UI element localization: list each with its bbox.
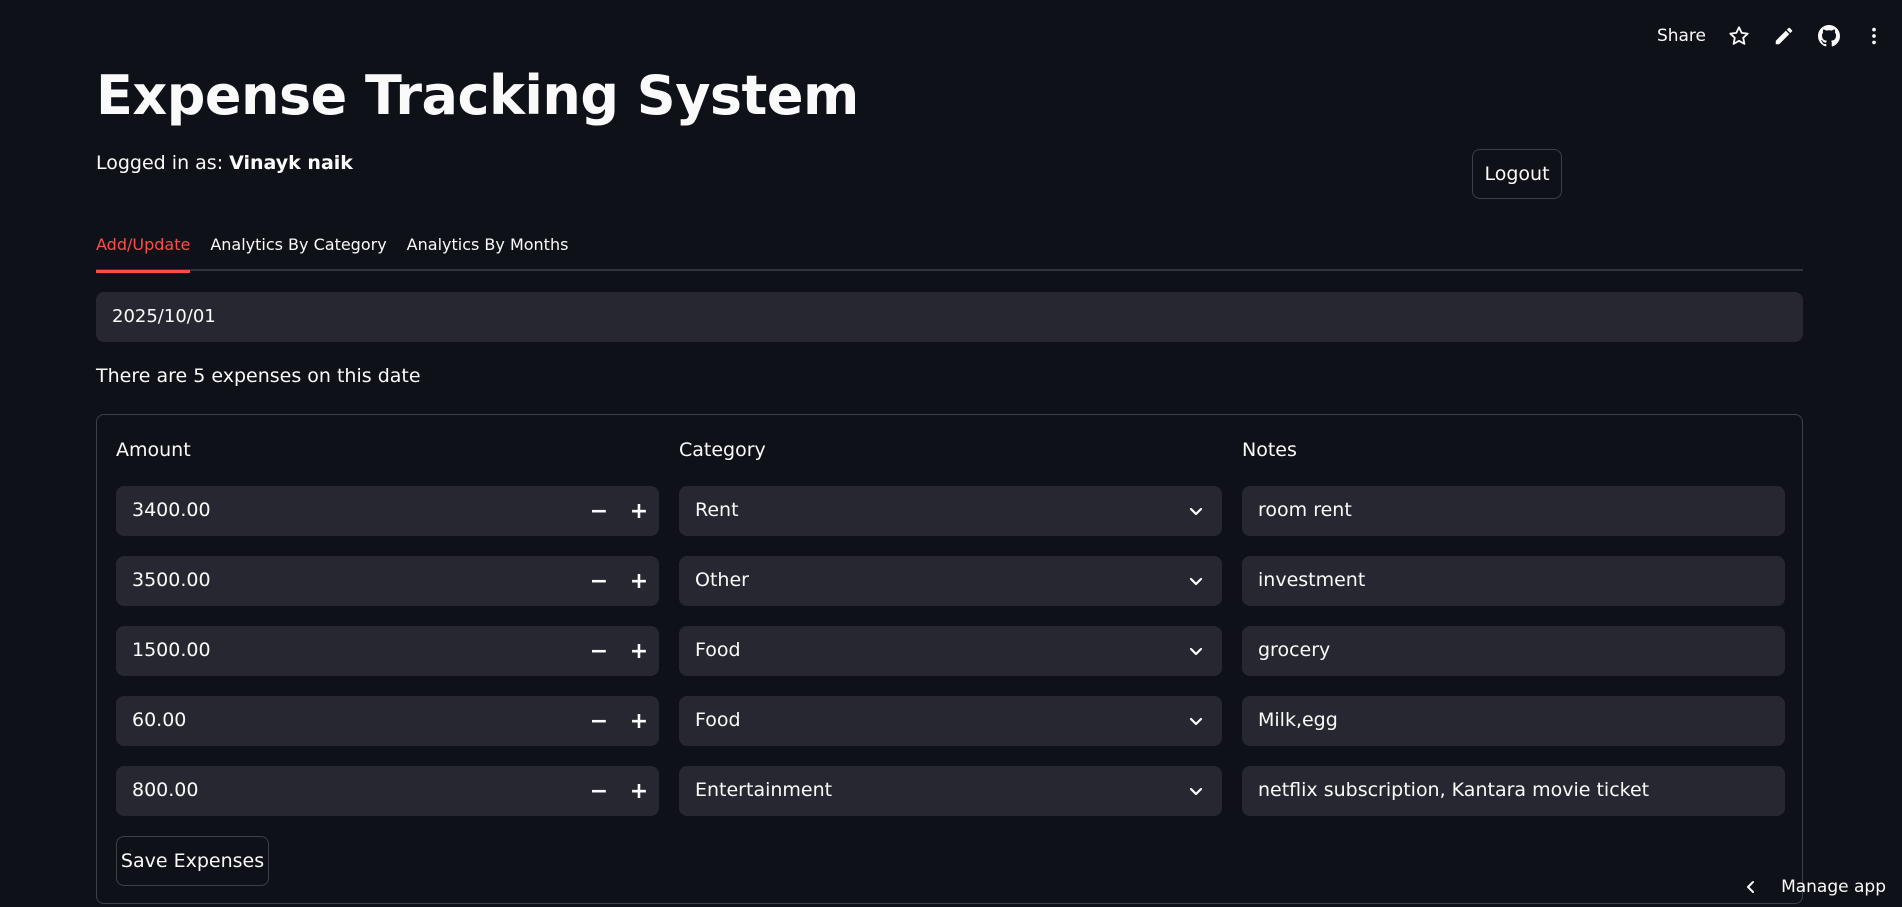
chevron-down-icon [1189,577,1203,586]
notes-value: Milk,egg [1258,709,1338,731]
amount-value: 1500.00 [132,639,211,661]
amount-input[interactable]: 1500.00 − + [116,626,659,676]
amount-value: 3400.00 [132,499,211,521]
category-select[interactable]: Entertainment [679,766,1222,816]
amount-value: 800.00 [132,779,199,801]
amount-value: 3500.00 [132,569,211,591]
notes-value: investment [1258,569,1366,591]
category-value: Rent [695,499,739,521]
user-name: Vinayk naik [229,152,353,174]
category-value: Entertainment [695,779,833,801]
chevron-down-icon [1189,787,1203,796]
increment-button[interactable]: + [619,556,659,606]
tab-analytics-by-months[interactable]: Analytics By Months [407,228,569,271]
amount-input[interactable]: 800.00 − + [116,766,659,816]
amount-input[interactable]: 3400.00 − + [116,486,659,536]
expense-row: 800.00 − + Entertainment netflix subscriptio… [97,766,1802,816]
category-header: Category [679,439,766,461]
manage-app-button[interactable]: Manage app [1743,877,1886,897]
expense-form: Amount Category Notes 3400.00− + Rent room … [96,414,1803,904]
share-button[interactable]: Share [1657,26,1706,46]
category-value: Food [695,639,741,661]
category-value: Other [695,569,749,591]
manage-app-label: Manage app [1781,877,1886,897]
expense-row: 3500.00 − + Other investment [97,556,1802,606]
notes-value: room rent [1258,499,1352,521]
header-toolbar: Share [1657,22,1902,50]
decrement-button[interactable]: − [579,696,619,746]
amount-input[interactable]: 3500.00 − + [116,556,659,606]
expense-row: 1500.00 − + Food grocery [97,626,1802,676]
notes-value: netflix subscription, Kantara movie tick… [1258,779,1650,801]
more-vertical-icon[interactable] [1863,25,1885,47]
expense-row: 3400.00 − + Rent room rent [97,486,1802,536]
notes-input[interactable]: investment [1242,556,1785,606]
notes-input[interactable]: grocery [1242,626,1785,676]
decrement-button[interactable]: − [579,486,619,536]
amount-stepper: − + [579,766,659,816]
tab-analytics-by-category[interactable]: Analytics By Category [210,228,386,271]
chevron-left-icon [1747,881,1755,893]
decrement-button[interactable]: − [579,626,619,676]
increment-button[interactable]: + [619,696,659,746]
amount-value: 60.00 [132,709,187,731]
category-select[interactable]: Food [679,696,1222,746]
star-icon[interactable] [1728,25,1750,47]
notes-input[interactable]: Milk,egg [1242,696,1785,746]
logout-button[interactable]: Logout [1472,149,1562,199]
amount-stepper: − + [579,486,659,536]
logged-in-prefix: Logged in as: [96,152,230,174]
expense-count-text: There are 5 expenses on this date [96,365,421,387]
github-icon[interactable] [1818,25,1840,47]
increment-button[interactable]: + [619,766,659,816]
chevron-down-icon [1189,647,1203,656]
amount-header: Amount [116,439,191,461]
date-input[interactable]: 2025/10/01 [96,292,1803,342]
notes-value: grocery [1258,639,1331,661]
category-select[interactable]: Other [679,556,1222,606]
amount-stepper: − + [579,626,659,676]
pencil-icon[interactable] [1773,25,1795,47]
chevron-down-icon [1189,717,1203,726]
category-value: Food [695,709,741,731]
increment-button[interactable]: + [619,626,659,676]
category-select[interactable]: Rent [679,486,1222,536]
notes-header: Notes [1242,439,1297,461]
decrement-button[interactable]: − [579,556,619,606]
notes-input[interactable]: room rent [1242,486,1785,536]
amount-input[interactable]: 60.00 − + [116,696,659,746]
expense-row: 60.00 − + Food Milk,egg [97,696,1802,746]
decrement-button[interactable]: − [579,766,619,816]
tab-add-update[interactable]: Add/Update [96,228,191,273]
amount-stepper: − + [579,696,659,746]
tab-bar: Add/Update Analytics By Category Analyti… [96,228,1803,273]
page-title: Expense Tracking System [96,64,859,127]
notes-input[interactable]: netflix subscription, Kantara movie tick… [1242,766,1785,816]
category-select[interactable]: Food [679,626,1222,676]
chevron-down-icon [1189,507,1203,516]
increment-button[interactable]: + [619,486,659,536]
save-expenses-button[interactable]: Save Expenses [116,836,269,886]
logged-in-text: Logged in as: Vinayk naik [96,152,353,174]
amount-stepper: − + [579,556,659,606]
